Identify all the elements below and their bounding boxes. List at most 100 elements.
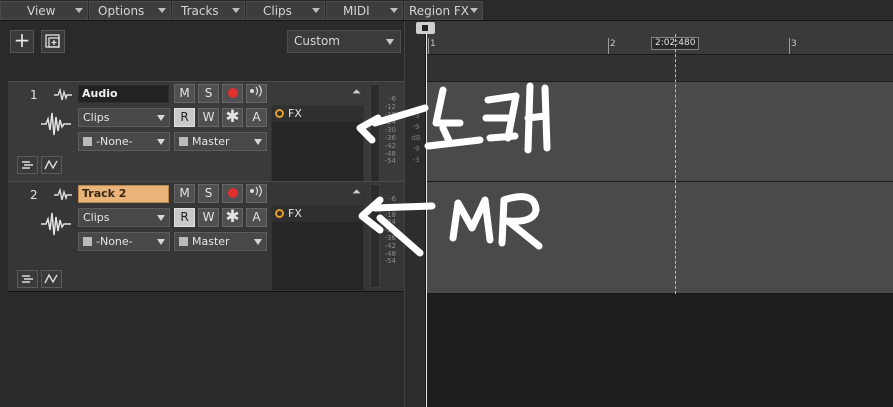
audio-wave-icon xyxy=(54,88,72,101)
track-view-button[interactable] xyxy=(17,270,38,288)
solo-button[interactable]: S xyxy=(198,84,219,103)
output-value: Master xyxy=(192,235,230,248)
input-port-icon xyxy=(83,237,92,246)
write-automation-button[interactable]: W xyxy=(198,208,219,227)
empty-lane-area xyxy=(426,294,893,407)
add-track-label: + xyxy=(13,28,31,52)
clip-mode-value: Clips xyxy=(83,111,110,124)
chevron-down-icon xyxy=(386,39,394,45)
menu-tracks[interactable]: Tracks xyxy=(172,1,245,20)
chevron-down-icon xyxy=(157,239,165,245)
audio-track-icon xyxy=(41,112,71,136)
chevron-down-icon xyxy=(312,8,320,13)
chevron-down-icon xyxy=(254,139,262,145)
chevron-down-icon xyxy=(232,8,240,13)
asterisk-icon: ✱ xyxy=(225,107,240,127)
menu-region-fx-label: Region FX xyxy=(409,3,470,18)
menu-bar: View Options Tracks Clips MIDI Region FX xyxy=(0,0,893,21)
read-automation-button[interactable]: R xyxy=(174,208,195,227)
output-dropdown[interactable]: Master xyxy=(174,232,267,251)
chevron-down-icon xyxy=(390,8,398,13)
chevron-down-icon xyxy=(75,8,83,13)
output-value: Master xyxy=(192,135,230,148)
view-preset-dropdown[interactable]: Custom xyxy=(287,30,401,53)
asterisk-icon: ✱ xyxy=(225,207,240,227)
record-icon xyxy=(227,88,238,98)
input-echo-icon xyxy=(249,185,262,197)
lanes-icon xyxy=(22,275,33,283)
add-track-button[interactable]: + xyxy=(10,30,34,53)
record-arm-button[interactable] xyxy=(222,184,243,203)
track-view-button[interactable] xyxy=(17,156,38,174)
menu-tracks-label: Tracks xyxy=(181,3,219,18)
write-automation-button[interactable]: W xyxy=(198,108,219,127)
output-port-icon xyxy=(179,237,188,246)
record-arm-button[interactable] xyxy=(222,84,243,103)
mute-button[interactable]: M xyxy=(174,84,195,103)
input-echo-icon xyxy=(249,85,262,97)
menu-midi[interactable]: MIDI xyxy=(326,1,403,20)
output-port-icon xyxy=(179,137,188,146)
snap-line xyxy=(675,34,676,294)
chevron-down-icon xyxy=(158,8,166,13)
menu-options-label: Options xyxy=(98,3,145,18)
automation-button[interactable] xyxy=(41,156,62,174)
menu-clips-label: Clips xyxy=(263,3,292,18)
input-value: -None- xyxy=(96,135,133,148)
handwritten-annotation xyxy=(356,82,551,257)
input-port-icon xyxy=(83,137,92,146)
track-number: 1 xyxy=(30,88,38,102)
freeze-button[interactable]: ✱ xyxy=(222,108,243,127)
mute-button[interactable]: M xyxy=(174,184,195,203)
fx-label: FX xyxy=(288,107,302,120)
input-dropdown[interactable]: -None- xyxy=(78,132,170,151)
stop-icon xyxy=(422,25,428,31)
track-name-field[interactable]: Audio xyxy=(78,85,169,103)
menu-clips[interactable]: Clips xyxy=(246,1,325,20)
folder-add-icon xyxy=(45,34,60,48)
playhead-handle[interactable] xyxy=(416,22,435,34)
track-name-field[interactable]: Track 2 xyxy=(78,185,169,203)
chevron-down-icon xyxy=(157,139,165,145)
automation-envelope-icon xyxy=(44,159,58,170)
automation-button[interactable] xyxy=(41,270,62,288)
output-dropdown[interactable]: Master xyxy=(174,132,267,151)
archive-button[interactable]: A xyxy=(246,208,267,227)
ruler-label: 1 xyxy=(430,39,436,49)
input-echo-button[interactable] xyxy=(246,184,267,203)
track-number: 2 xyxy=(30,188,38,202)
ruler-tick xyxy=(789,38,790,54)
audio-track-icon xyxy=(41,212,71,236)
menu-midi-label: MIDI xyxy=(343,3,370,18)
add-folder-button[interactable] xyxy=(41,30,65,53)
clip-mode-dropdown[interactable]: Clips xyxy=(78,108,170,127)
ruler-tick xyxy=(428,38,429,54)
menu-options[interactable]: Options xyxy=(89,1,171,20)
archive-button[interactable]: A xyxy=(246,108,267,127)
solo-button[interactable]: S xyxy=(198,184,219,203)
view-preset-value: Custom xyxy=(294,34,340,48)
clip-mode-dropdown[interactable]: Clips xyxy=(78,208,170,227)
ruler-tick xyxy=(608,38,609,54)
lanes-icon xyxy=(22,161,33,169)
record-icon xyxy=(227,188,238,198)
ruler-label: 2 xyxy=(610,39,616,49)
audio-wave-icon xyxy=(54,188,72,201)
input-echo-button[interactable] xyxy=(246,84,267,103)
power-icon[interactable] xyxy=(275,209,284,218)
input-value: -None- xyxy=(96,235,133,248)
chevron-down-icon xyxy=(470,8,478,13)
menu-region-fx[interactable]: Region FX xyxy=(404,1,483,20)
automation-envelope-icon xyxy=(44,273,58,284)
menu-view[interactable]: View xyxy=(0,1,88,20)
clip-mode-value: Clips xyxy=(83,211,110,224)
menu-view-label: View xyxy=(27,3,56,18)
freeze-button[interactable]: ✱ xyxy=(222,208,243,227)
chevron-down-icon xyxy=(254,239,262,245)
power-icon[interactable] xyxy=(275,109,284,118)
input-dropdown[interactable]: -None- xyxy=(78,232,170,251)
fx-label: FX xyxy=(288,207,302,220)
read-automation-button[interactable]: R xyxy=(174,108,195,127)
chevron-down-icon xyxy=(157,115,165,121)
chevron-down-icon xyxy=(157,215,165,221)
